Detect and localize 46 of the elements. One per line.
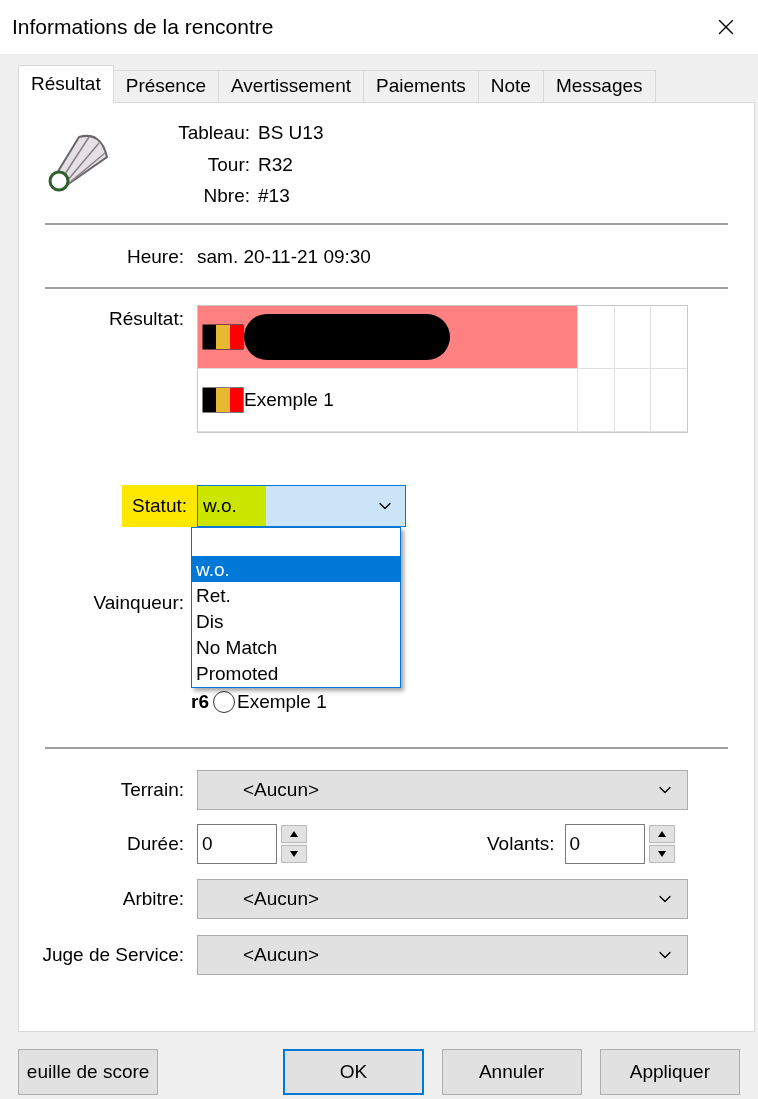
window-title: Informations de la rencontre [12, 14, 274, 41]
dropdown-option[interactable]: w.o. [192, 556, 400, 582]
dialog-button[interactable]: euille de score [18, 1049, 159, 1095]
tab[interactable]: Avertissement [219, 70, 364, 102]
tab[interactable]: Présence [113, 70, 219, 102]
radio-label: Exemple 1 [236, 689, 327, 714]
tab[interactable]: Messages [543, 70, 656, 102]
field-label: Durée: [125, 831, 185, 856]
service-judge-dropdown[interactable]: <Aucun> [197, 935, 688, 975]
dropdown-option[interactable]: No Match [192, 634, 400, 660]
tab[interactable]: Note [478, 70, 544, 102]
umpire-dropdown[interactable]: <Aucun> [197, 879, 688, 919]
field-label: Heure: [125, 244, 185, 269]
time-value: sam. 20-11-21 09:30 [197, 244, 371, 269]
number-field[interactable]: 0 [197, 824, 277, 864]
status-dropdown[interactable]: w.o. [197, 485, 406, 527]
tab[interactable]: Résultat [18, 65, 114, 103]
number-field[interactable]: 0 [564, 824, 645, 864]
radio-button[interactable] [212, 690, 235, 713]
flag-icon [202, 387, 244, 413]
dialog-button[interactable]: Annuler [441, 1049, 582, 1095]
spin-buttons[interactable] [648, 825, 675, 863]
field-label: Arbitre: [121, 886, 185, 911]
info-label: Nbre: [202, 184, 251, 208]
field-label: Statut: [122, 485, 197, 527]
player-name: Exemple 1 [244, 387, 334, 412]
dropdown-option[interactable]: Dis [192, 608, 400, 634]
flag-icon [202, 324, 244, 350]
info-label: Tableau: [177, 121, 251, 145]
tab[interactable]: Paiements [364, 70, 479, 102]
info-label: Tour: [206, 152, 251, 177]
field-label: Juge de Service: [41, 942, 185, 967]
field-label: Vainqueur: [92, 591, 185, 615]
court-dropdown[interactable]: <Aucun> [197, 770, 688, 810]
spin-buttons[interactable] [281, 825, 307, 863]
dialog-button[interactable]: OK [283, 1049, 424, 1095]
dropdown-option[interactable]: Promoted [192, 660, 400, 686]
info-value: R32 [258, 152, 293, 177]
seed-label: r6 [191, 689, 209, 714]
field-label: Volants: [487, 831, 555, 856]
info-value: #13 [258, 184, 290, 208]
dialog-button[interactable]: Appliquer [599, 1049, 740, 1095]
dropdown-option[interactable]: Ret. [192, 582, 400, 608]
info-value: BS U13 [258, 121, 324, 145]
field-label: Résultat: [108, 307, 185, 331]
field-label: Terrain: [119, 777, 185, 802]
